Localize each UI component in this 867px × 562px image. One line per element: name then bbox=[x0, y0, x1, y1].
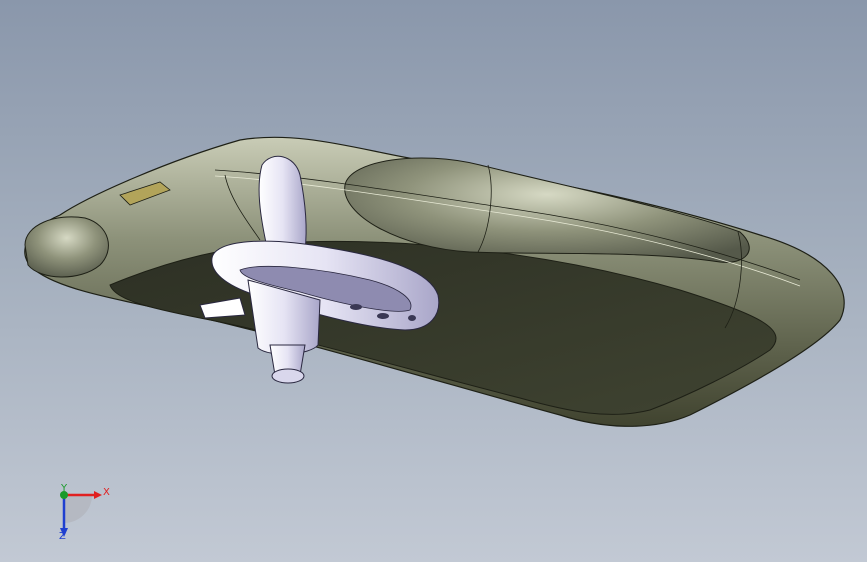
graphics-viewport[interactable]: X Y Z bbox=[0, 0, 867, 562]
triad-x-arrow bbox=[94, 491, 102, 499]
triad-quadrant bbox=[64, 495, 92, 523]
triad-y-label: Y bbox=[61, 483, 68, 494]
triad-x-label: X bbox=[103, 487, 110, 498]
triad-z-label: Z bbox=[59, 531, 66, 542]
sun-visor-model[interactable] bbox=[0, 0, 867, 562]
clip-hole bbox=[377, 313, 389, 319]
clip-hole bbox=[408, 315, 416, 321]
coordinate-triad: X Y Z bbox=[44, 482, 114, 544]
clip-hole bbox=[350, 304, 362, 310]
clip-stem-tip bbox=[271, 368, 305, 384]
visor-left-cap bbox=[24, 216, 109, 278]
